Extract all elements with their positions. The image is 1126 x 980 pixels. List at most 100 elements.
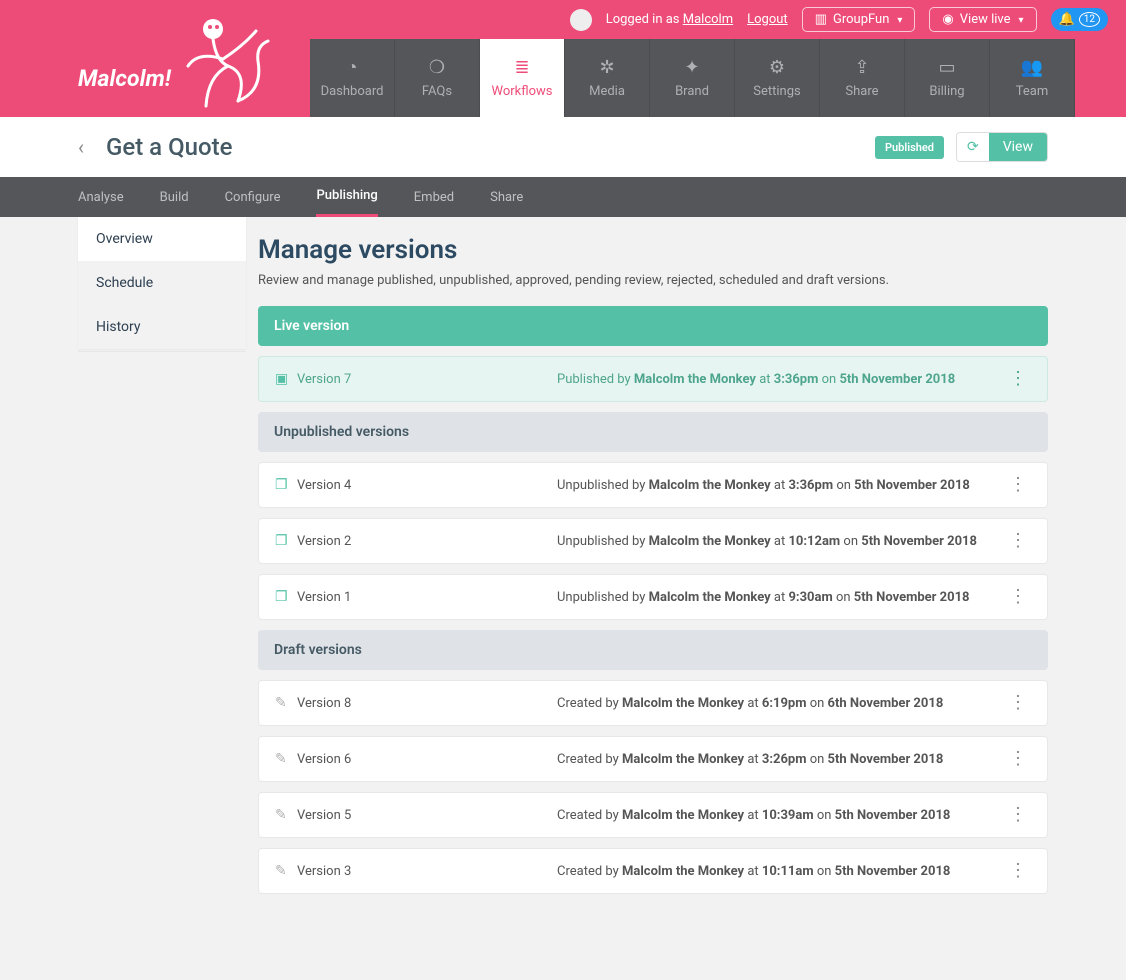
username-link[interactable]: Malcolm	[683, 12, 733, 27]
avatar[interactable]	[570, 9, 592, 31]
view-live-button[interactable]: ◉ View live	[929, 7, 1036, 32]
main-panel: Manage versions Review and manage publis…	[246, 217, 1048, 904]
nav-label: Settings	[753, 84, 800, 99]
share-icon: ⇪	[854, 57, 869, 78]
tab-configure[interactable]: Configure	[225, 177, 281, 217]
tab-analyse[interactable]: Analyse	[78, 177, 124, 217]
logged-prefix: Logged in as	[606, 12, 683, 27]
logo[interactable]: Malcolm!	[0, 39, 310, 117]
notifications-button[interactable]: 🔔 12	[1051, 8, 1108, 31]
billing-icon: ▭	[938, 57, 955, 78]
tab-build[interactable]: Build	[160, 177, 189, 217]
version-name: Version 4	[297, 478, 557, 493]
title-bar: ‹ Get a Quote Published ⟳ View	[0, 117, 1126, 177]
version-meta: Unpublished by Malcolm the Monkey at 10:…	[557, 534, 1005, 549]
draft-group-header: Draft versions	[258, 630, 1048, 670]
brand-name: Malcolm!	[78, 65, 171, 92]
version-name: Version 1	[297, 590, 557, 605]
media-icon: ✲	[599, 57, 614, 78]
version-icon: ✎	[275, 863, 297, 879]
version-meta: Created by Malcolm the Monkey at 10:11am…	[557, 864, 1005, 879]
view-live-label: View live	[960, 12, 1011, 27]
tab-share[interactable]: Share	[490, 177, 523, 217]
version-meta: Unpublished by Malcolm the Monkey at 9:3…	[557, 590, 1005, 605]
nav-media[interactable]: ✲ Media	[565, 39, 650, 117]
settings-icon: ⚙	[769, 57, 785, 78]
version-name: Version 2	[297, 534, 557, 549]
version-name: Version 6	[297, 752, 557, 767]
nav-team[interactable]: 👥 Team	[990, 39, 1075, 117]
version-row[interactable]: ❐Version 1Unpublished by Malcolm the Mon…	[258, 574, 1048, 620]
row-menu-button[interactable]: ⋮	[1005, 866, 1031, 876]
team-icon: 👥	[1021, 57, 1043, 78]
nav-label: Team	[1016, 84, 1049, 99]
nav-dashboard[interactable]: ◔ Dashboard	[310, 39, 395, 117]
status-badge: Published	[875, 136, 944, 159]
nav-label: Media	[589, 84, 625, 99]
brand-icon: ✦	[684, 57, 699, 78]
nav-label: Workflows	[491, 84, 552, 99]
sub-nav: Analyse Build Configure Publishing Embed Shar…	[0, 177, 1126, 217]
live-icon: ▣	[275, 371, 297, 387]
nav-label: Dashboard	[321, 84, 384, 99]
monkey-logo-icon	[178, 11, 278, 121]
tab-publishing[interactable]: Publishing	[316, 177, 377, 217]
version-row[interactable]: ✎Version 5Created by Malcolm the Monkey …	[258, 792, 1048, 838]
org-switcher[interactable]: ▥ GroupFun	[802, 7, 916, 32]
sidebar-item-overview[interactable]: Overview	[78, 217, 246, 261]
version-meta: Created by Malcolm the Monkey at 10:39am…	[557, 808, 1005, 823]
row-menu-button[interactable]: ⋮	[1005, 480, 1031, 490]
row-menu-button[interactable]: ⋮	[1005, 536, 1031, 546]
version-icon: ❐	[275, 477, 297, 493]
unpublished-group-header: Unpublished versions	[258, 412, 1048, 452]
section-description: Review and manage published, unpublished…	[258, 273, 1048, 288]
sidebar-item-schedule[interactable]: Schedule	[78, 261, 246, 305]
chevron-down-icon	[1017, 12, 1024, 27]
tab-embed[interactable]: Embed	[414, 177, 454, 217]
version-name: Version 8	[297, 696, 557, 711]
version-row[interactable]: ❐Version 2Unpublished by Malcolm the Mon…	[258, 518, 1048, 564]
page-title: Get a Quote	[106, 133, 232, 161]
nav-label: Brand	[675, 84, 709, 99]
notification-count: 12	[1079, 12, 1100, 27]
nav-brand[interactable]: ✦ Brand	[650, 39, 735, 117]
version-row[interactable]: ✎Version 6Created by Malcolm the Monkey …	[258, 736, 1048, 782]
version-row[interactable]: ✎Version 8Created by Malcolm the Monkey …	[258, 680, 1048, 726]
logged-in-text: Logged in as Malcolm	[606, 12, 733, 27]
bell-icon: 🔔	[1059, 12, 1075, 27]
version-meta: Created by Malcolm the Monkey at 6:19pm …	[557, 696, 1005, 711]
row-menu-button[interactable]: ⋮	[1005, 810, 1031, 820]
live-group-header: Live version	[258, 306, 1048, 346]
version-row-live[interactable]: ▣ Version 7 Published by Malcolm the Mon…	[258, 356, 1048, 402]
version-name: Version 3	[297, 864, 557, 879]
version-name: Version 5	[297, 808, 557, 823]
dashboard-icon: ◔	[347, 57, 358, 78]
version-row[interactable]: ✎Version 3Created by Malcolm the Monkey …	[258, 848, 1048, 894]
bars-icon: ▥	[815, 12, 827, 27]
version-row[interactable]: ❐Version 4Unpublished by Malcolm the Mon…	[258, 462, 1048, 508]
view-button[interactable]: ⟳ View	[956, 132, 1048, 162]
version-icon: ✎	[275, 807, 297, 823]
org-label: GroupFun	[833, 12, 889, 27]
row-menu-button[interactable]: ⋮	[1005, 698, 1031, 708]
version-icon: ❐	[275, 533, 297, 549]
workflows-icon: ≣	[514, 57, 529, 78]
back-button[interactable]: ‹	[78, 135, 84, 159]
row-menu-button[interactable]: ⋮	[1005, 754, 1031, 764]
nav-workflows[interactable]: ≣ Workflows	[480, 39, 565, 117]
row-menu-button[interactable]: ⋮	[1005, 374, 1031, 384]
version-icon: ✎	[275, 751, 297, 767]
nav-share[interactable]: ⇪Share	[820, 39, 905, 117]
nav-settings[interactable]: ⚙ Settings	[735, 39, 820, 117]
sidebar-item-history[interactable]: History	[78, 305, 246, 349]
row-menu-button[interactable]: ⋮	[1005, 592, 1031, 602]
nav-faqs[interactable]: ❍FAQs	[395, 39, 480, 117]
version-name: Version 7	[297, 372, 557, 387]
version-icon: ✎	[275, 695, 297, 711]
logout-link[interactable]: Logout	[747, 12, 788, 27]
version-icon: ❐	[275, 589, 297, 605]
nav-billing[interactable]: ▭ Billing	[905, 39, 990, 117]
content: OverviewScheduleHistory Manage versions …	[0, 217, 1126, 964]
nav-label: Billing	[929, 84, 964, 99]
sync-icon: ⟳	[957, 133, 989, 161]
